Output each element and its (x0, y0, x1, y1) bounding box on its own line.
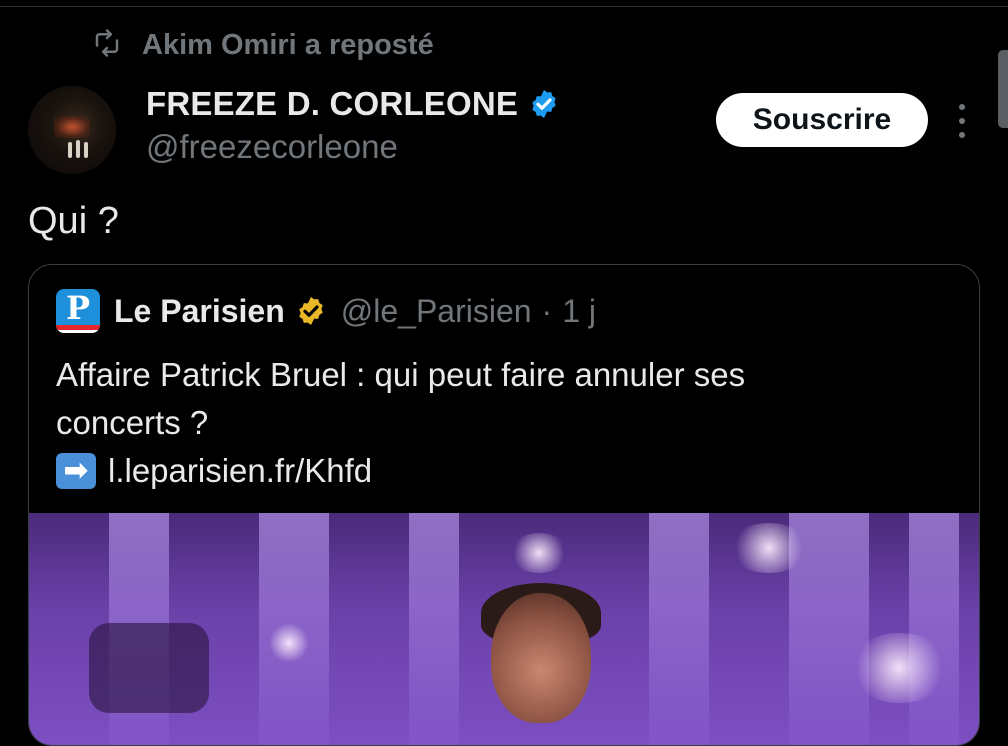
le-parisien-logo-icon[interactable]: P (56, 289, 100, 333)
quoted-author-name[interactable]: Le Parisien (114, 293, 285, 330)
tweet-author: FREEZE D. CORLEONE @freezecorleone (146, 84, 560, 166)
repost-icon (92, 28, 122, 63)
avatar[interactable] (28, 86, 116, 174)
quoted-text-line-2: concerts ? (56, 404, 209, 441)
tweet-text: Qui ? (28, 200, 119, 242)
quoted-text-line-1: Affaire Patrick Bruel : qui peut faire a… (56, 356, 746, 393)
top-divider (0, 6, 1008, 7)
quoted-tweet-image[interactable] (29, 513, 979, 745)
subscribe-button[interactable]: Souscrire (716, 93, 928, 147)
quoted-tweet[interactable]: P Le Parisien @le_Parisien · 1 j Affaire… (28, 264, 980, 746)
verified-badge-icon[interactable] (528, 88, 560, 120)
quoted-link[interactable]: l.leparisien.fr/Khfd (108, 447, 372, 495)
author-display-name[interactable]: FREEZE D. CORLEONE (146, 85, 518, 123)
quoted-tweet-header: P Le Parisien @le_Parisien · 1 j (56, 289, 596, 333)
quoted-tweet-text: Affaire Patrick Bruel : qui peut faire a… (56, 351, 956, 495)
author-handle[interactable]: @freezecorleone (146, 128, 560, 166)
more-options-icon[interactable] (952, 104, 972, 138)
quoted-author-handle[interactable]: @le_Parisien (341, 293, 532, 330)
separator-dot: · (541, 292, 553, 329)
repost-indicator[interactable]: Akim Omiri a reposté (92, 28, 434, 63)
quoted-timestamp[interactable]: 1 j (562, 293, 596, 330)
right-arrow-icon: ➡ (56, 453, 96, 489)
scrollbar[interactable] (998, 50, 1008, 128)
repost-text: Akim Omiri a reposté (142, 29, 434, 61)
verified-organization-badge-icon[interactable] (295, 295, 327, 327)
